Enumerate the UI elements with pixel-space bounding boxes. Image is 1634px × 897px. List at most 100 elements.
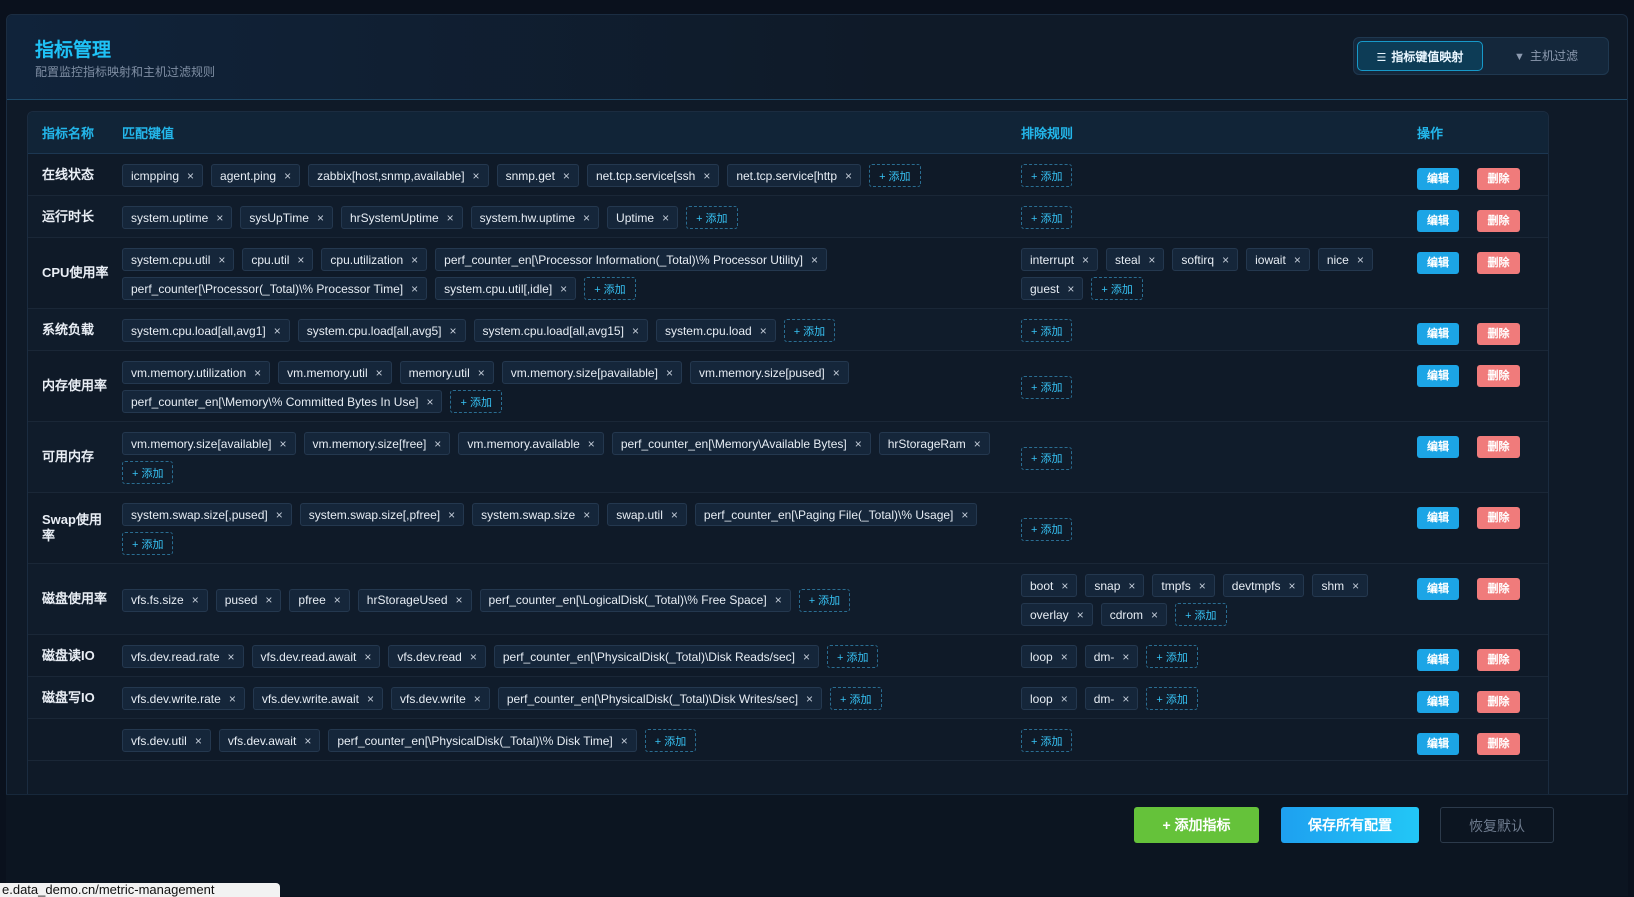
add-metric-button[interactable]: + 添加指标 bbox=[1134, 807, 1259, 843]
remove-tag-icon[interactable]: × bbox=[811, 253, 818, 267]
delete-button[interactable]: 删除 bbox=[1477, 252, 1520, 274]
remove-tag-icon[interactable]: × bbox=[583, 211, 590, 225]
add-exclude-button[interactable]: + 添加 bbox=[1021, 375, 1073, 399]
remove-tag-icon[interactable]: × bbox=[304, 734, 311, 748]
tab-metric-key-mapping[interactable]: ☰ 指标键值映射 bbox=[1357, 41, 1483, 71]
delete-button[interactable]: 删除 bbox=[1477, 733, 1520, 755]
remove-tag-icon[interactable]: × bbox=[1288, 579, 1295, 593]
remove-tag-icon[interactable]: × bbox=[265, 593, 272, 607]
add-exclude-button[interactable]: + 添加 bbox=[1021, 319, 1073, 342]
add-key-button[interactable]: + 添加 bbox=[644, 729, 697, 752]
remove-tag-icon[interactable]: × bbox=[666, 366, 673, 380]
edit-button[interactable]: 编辑 bbox=[1417, 168, 1459, 190]
remove-tag-icon[interactable]: × bbox=[703, 169, 710, 183]
remove-tag-icon[interactable]: × bbox=[1357, 253, 1364, 267]
add-exclude-button[interactable]: + 添加 bbox=[1021, 206, 1073, 229]
add-exclude-button[interactable]: + 添加 bbox=[1091, 277, 1143, 300]
remove-tag-icon[interactable]: × bbox=[855, 437, 862, 451]
remove-tag-icon[interactable]: × bbox=[1199, 579, 1206, 593]
remove-tag-icon[interactable]: × bbox=[760, 324, 767, 338]
delete-button[interactable]: 删除 bbox=[1477, 210, 1520, 232]
remove-tag-icon[interactable]: × bbox=[588, 437, 595, 451]
remove-tag-icon[interactable]: × bbox=[195, 734, 202, 748]
reset-default-button[interactable]: 恢复默认 bbox=[1440, 807, 1554, 843]
remove-tag-icon[interactable]: × bbox=[632, 324, 639, 338]
remove-tag-icon[interactable]: × bbox=[254, 366, 261, 380]
edit-button[interactable]: 编辑 bbox=[1417, 733, 1459, 755]
add-exclude-button[interactable]: + 添加 bbox=[1146, 687, 1198, 710]
metrics-table-container[interactable]: 指标名称 匹配键值 排除规则 操作 在线状态 icmpping × agent.pin… bbox=[27, 111, 1549, 811]
remove-tag-icon[interactable]: × bbox=[474, 692, 481, 706]
remove-tag-icon[interactable]: × bbox=[1077, 608, 1084, 622]
edit-button[interactable]: 编辑 bbox=[1417, 691, 1459, 713]
delete-button[interactable]: 删除 bbox=[1477, 649, 1520, 671]
add-key-button[interactable]: + 添加 bbox=[869, 164, 921, 187]
remove-tag-icon[interactable]: × bbox=[961, 508, 968, 522]
save-all-button[interactable]: 保存所有配置 bbox=[1281, 807, 1419, 843]
delete-button[interactable]: 删除 bbox=[1477, 691, 1520, 713]
remove-tag-icon[interactable]: × bbox=[411, 282, 418, 296]
edit-button[interactable]: 编辑 bbox=[1417, 578, 1459, 600]
remove-tag-icon[interactable]: × bbox=[803, 650, 810, 664]
remove-tag-icon[interactable]: × bbox=[447, 211, 454, 225]
delete-button[interactable]: 删除 bbox=[1477, 436, 1520, 458]
remove-tag-icon[interactable]: × bbox=[187, 169, 194, 183]
add-key-button[interactable]: + 添加 bbox=[584, 277, 636, 300]
delete-button[interactable]: 删除 bbox=[1477, 578, 1520, 600]
remove-tag-icon[interactable]: × bbox=[845, 169, 852, 183]
remove-tag-icon[interactable]: × bbox=[1061, 650, 1068, 664]
edit-button[interactable]: 编辑 bbox=[1417, 252, 1459, 274]
remove-tag-icon[interactable]: × bbox=[317, 211, 324, 225]
remove-tag-icon[interactable]: × bbox=[1148, 253, 1155, 267]
remove-tag-icon[interactable]: × bbox=[434, 437, 441, 451]
edit-button[interactable]: 编辑 bbox=[1417, 436, 1459, 458]
remove-tag-icon[interactable]: × bbox=[1294, 253, 1301, 267]
add-key-button[interactable]: + 添加 bbox=[450, 390, 502, 413]
remove-tag-icon[interactable]: × bbox=[216, 211, 223, 225]
remove-tag-icon[interactable]: × bbox=[473, 169, 480, 183]
remove-tag-icon[interactable]: × bbox=[279, 437, 286, 451]
remove-tag-icon[interactable]: × bbox=[218, 253, 225, 267]
remove-tag-icon[interactable]: × bbox=[1067, 282, 1074, 296]
remove-tag-icon[interactable]: × bbox=[806, 692, 813, 706]
remove-tag-icon[interactable]: × bbox=[671, 508, 678, 522]
remove-tag-icon[interactable]: × bbox=[833, 366, 840, 380]
remove-tag-icon[interactable]: × bbox=[583, 508, 590, 522]
remove-tag-icon[interactable]: × bbox=[621, 734, 628, 748]
remove-tag-icon[interactable]: × bbox=[192, 593, 199, 607]
remove-tag-icon[interactable]: × bbox=[560, 282, 567, 296]
add-key-button[interactable]: + 添加 bbox=[122, 532, 174, 555]
delete-button[interactable]: 删除 bbox=[1477, 507, 1520, 529]
remove-tag-icon[interactable]: × bbox=[448, 508, 455, 522]
add-exclude-button[interactable]: + 添加 bbox=[1021, 517, 1073, 541]
add-key-button[interactable]: + 添加 bbox=[783, 319, 836, 342]
add-key-button[interactable]: + 添加 bbox=[827, 645, 879, 668]
delete-button[interactable]: 删除 bbox=[1477, 365, 1520, 387]
add-exclude-button[interactable]: + 添加 bbox=[1021, 729, 1073, 752]
add-exclude-button[interactable]: + 添加 bbox=[1021, 446, 1073, 470]
remove-tag-icon[interactable]: × bbox=[662, 211, 669, 225]
remove-tag-icon[interactable]: × bbox=[426, 395, 433, 409]
remove-tag-icon[interactable]: × bbox=[411, 253, 418, 267]
add-key-button[interactable]: + 添加 bbox=[798, 588, 851, 612]
delete-button[interactable]: 删除 bbox=[1477, 168, 1520, 190]
remove-tag-icon[interactable]: × bbox=[974, 437, 981, 451]
remove-tag-icon[interactable]: × bbox=[1128, 579, 1135, 593]
remove-tag-icon[interactable]: × bbox=[1352, 579, 1359, 593]
edit-button[interactable]: 编辑 bbox=[1417, 365, 1459, 387]
remove-tag-icon[interactable]: × bbox=[228, 650, 235, 664]
remove-tag-icon[interactable]: × bbox=[450, 324, 457, 338]
remove-tag-icon[interactable]: × bbox=[456, 593, 463, 607]
remove-tag-icon[interactable]: × bbox=[1151, 608, 1158, 622]
remove-tag-icon[interactable]: × bbox=[563, 169, 570, 183]
add-exclude-button[interactable]: + 添加 bbox=[1021, 164, 1073, 187]
add-key-button[interactable]: + 添加 bbox=[830, 687, 882, 710]
remove-tag-icon[interactable]: × bbox=[1061, 692, 1068, 706]
edit-button[interactable]: 编辑 bbox=[1417, 210, 1459, 232]
remove-tag-icon[interactable]: × bbox=[274, 324, 281, 338]
remove-tag-icon[interactable]: × bbox=[1122, 650, 1129, 664]
remove-tag-icon[interactable]: × bbox=[334, 593, 341, 607]
remove-tag-icon[interactable]: × bbox=[276, 508, 283, 522]
remove-tag-icon[interactable]: × bbox=[775, 593, 782, 607]
delete-button[interactable]: 删除 bbox=[1477, 323, 1520, 345]
